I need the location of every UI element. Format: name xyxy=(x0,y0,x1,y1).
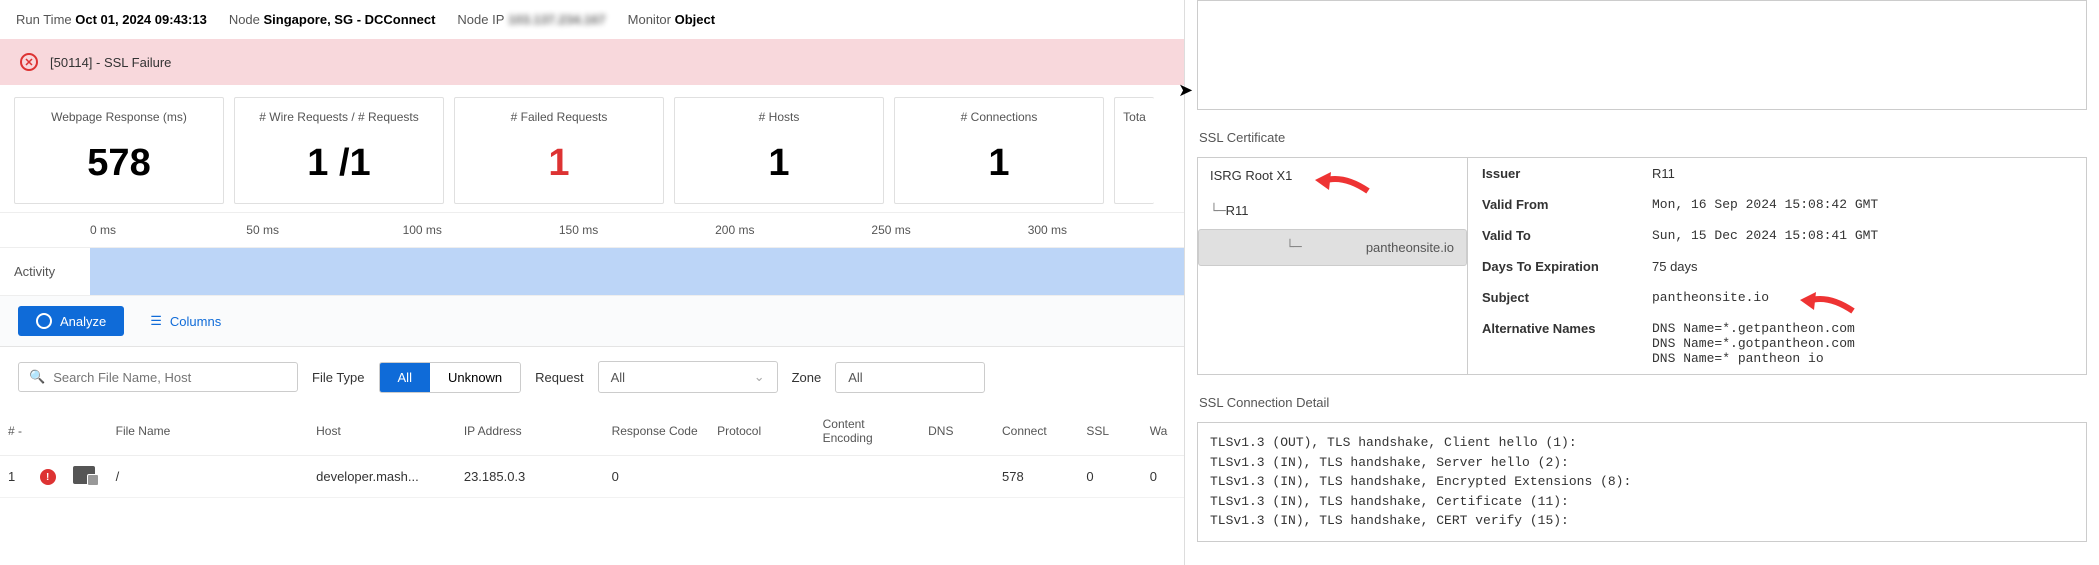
metric-cards: Webpage Response (ms) 578 # Wire Request… xyxy=(0,85,1184,212)
search-box[interactable]: 🔍 xyxy=(18,362,298,392)
activity-bar[interactable] xyxy=(90,248,1184,295)
monitor-label: Monitor Object xyxy=(628,12,715,27)
cert-intermediate[interactable]: └─R11 xyxy=(1198,193,1467,229)
zone-select[interactable]: All xyxy=(835,362,985,393)
tick: 100 ms xyxy=(403,223,559,237)
requests-table: # - File Name Host IP Address Response C… xyxy=(0,407,1184,498)
filetype-label: File Type xyxy=(312,370,365,385)
nodeip-label: Node IP 103.137.234.167 xyxy=(457,12,605,27)
col-dns[interactable]: DNS xyxy=(920,407,994,456)
col-connect[interactable]: Connect xyxy=(994,407,1078,456)
tick: 300 ms xyxy=(1028,223,1184,237)
ssl-cert-title: SSL Certificate xyxy=(1195,124,2099,157)
detail-panel: SSL Certificate ISRG Root X1 └─R11 └─pan… xyxy=(1185,0,2099,565)
tick: 150 ms xyxy=(559,223,715,237)
runtime-label: Run Time Oct 01, 2024 09:43:13 xyxy=(16,12,207,27)
chevron-down-icon: ⌄ xyxy=(754,369,765,385)
tick: 250 ms xyxy=(871,223,1027,237)
filetype-unknown[interactable]: Unknown xyxy=(430,363,520,392)
filter-row: 🔍 File Type All Unknown Request All ⌄ Zo… xyxy=(0,347,1184,407)
metric-wire-requests: # Wire Requests / # Requests 1 /1 xyxy=(234,97,444,204)
run-header: Run Time Oct 01, 2024 09:43:13 Node Sing… xyxy=(0,0,1184,39)
metric-hosts: # Hosts 1 xyxy=(674,97,884,204)
cert-leaf[interactable]: └─pantheonsite.io xyxy=(1198,229,1467,266)
columns-icon xyxy=(150,313,162,329)
node-label: Node Singapore, SG - DCConnect xyxy=(229,12,436,27)
empty-detail-box xyxy=(1197,0,2087,110)
filetype-all[interactable]: All xyxy=(380,363,430,392)
timeline: 0 ms 50 ms 100 ms 150 ms 200 ms 250 ms 3… xyxy=(0,212,1184,296)
tick: 200 ms xyxy=(715,223,871,237)
error-icon: ✕ xyxy=(20,53,38,71)
col-host[interactable]: Host xyxy=(308,407,456,456)
ssl-conn-title: SSL Connection Detail xyxy=(1195,389,2099,422)
metric-connections: # Connections 1 xyxy=(894,97,1104,204)
col-type xyxy=(65,407,107,456)
row-type-icon xyxy=(73,466,95,484)
col-encoding[interactable]: Content Encoding xyxy=(815,407,921,456)
metric-webpage-response: Webpage Response (ms) 578 xyxy=(14,97,224,204)
timeline-ticks: 0 ms 50 ms 100 ms 150 ms 200 ms 250 ms 3… xyxy=(0,213,1184,247)
activity-row: Activity xyxy=(0,247,1184,295)
tick: 0 ms xyxy=(90,223,246,237)
col-protocol[interactable]: Protocol xyxy=(709,407,815,456)
search-input[interactable] xyxy=(53,370,287,385)
filetype-segment: All Unknown xyxy=(379,362,522,393)
cert-root[interactable]: ISRG Root X1 xyxy=(1198,158,1467,193)
main-monitor-panel: Run Time Oct 01, 2024 09:43:13 Node Sing… xyxy=(0,0,1185,565)
col-wait[interactable]: Wa xyxy=(1142,407,1184,456)
metric-failed-requests: # Failed Requests 1 xyxy=(454,97,664,204)
col-ssl[interactable]: SSL xyxy=(1078,407,1141,456)
analyze-button[interactable]: Analyze xyxy=(18,306,124,336)
activity-label: Activity xyxy=(0,248,90,295)
col-status xyxy=(32,407,66,456)
cert-details: IssuerR11 Valid FromMon, 16 Sep 2024 15:… xyxy=(1468,158,2086,374)
cert-chain-tree: ISRG Root X1 └─R11 └─pantheonsite.io xyxy=(1198,158,1468,374)
ssl-conn-log: TLSv1.3 (OUT), TLS handshake, Client hel… xyxy=(1197,422,2087,542)
search-icon: 🔍 xyxy=(29,369,45,385)
ssl-cert-section: ISRG Root X1 └─R11 └─pantheonsite.io Iss… xyxy=(1197,157,2087,375)
col-respcode[interactable]: Response Code xyxy=(604,407,710,456)
error-text: [50114] - SSL Failure xyxy=(50,55,171,70)
table-toolbar: Analyze Columns xyxy=(0,296,1184,347)
error-banner: ✕ [50114] - SSL Failure xyxy=(0,39,1184,85)
tick: 50 ms xyxy=(246,223,402,237)
table-row[interactable]: 1 ! / developer.mash... 23.185.0.3 0 578… xyxy=(0,456,1184,498)
col-num[interactable]: # - xyxy=(0,407,32,456)
request-select[interactable]: All ⌄ xyxy=(598,361,778,393)
columns-button[interactable]: Columns xyxy=(140,306,231,336)
request-label: Request xyxy=(535,370,583,385)
analyze-icon xyxy=(36,313,52,329)
zone-label: Zone xyxy=(792,370,822,385)
row-error-icon: ! xyxy=(40,469,56,485)
col-ip[interactable]: IP Address xyxy=(456,407,604,456)
metric-total-cut: Tota xyxy=(1114,97,1154,204)
col-filename[interactable]: File Name xyxy=(108,407,308,456)
